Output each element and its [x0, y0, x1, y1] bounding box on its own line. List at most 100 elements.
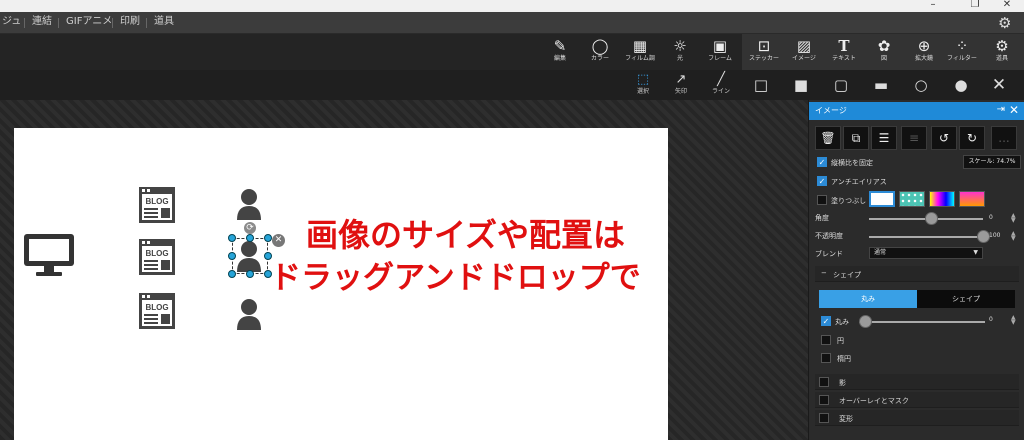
rotate-left-icon[interactable]: ↺ [931, 126, 957, 150]
tool-label: 拡大鏡 [914, 55, 933, 62]
overlay-mask-checkbox[interactable] [819, 395, 829, 405]
tool-frame[interactable]: ▣ フレーム [700, 37, 740, 69]
angle-value[interactable]: 0 [989, 214, 993, 221]
shadow-checkbox[interactable] [819, 377, 829, 387]
tool-filter[interactable]: ⁘ フィルター [942, 37, 982, 69]
opacity-value[interactable]: 100 [989, 232, 1000, 239]
arrow-icon: ↗ [675, 72, 687, 87]
segment-round[interactable]: 丸み [819, 290, 917, 308]
menu-item-tools[interactable]: 道具 [154, 16, 174, 28]
arrow-tool[interactable]: ↗ 矢印 [664, 72, 698, 100]
blog-icon[interactable]: BLOG [138, 292, 176, 330]
selection-box[interactable] [232, 238, 268, 274]
panel-title: イメージ [815, 106, 847, 115]
more-icon[interactable]: ... [991, 126, 1017, 150]
ellipse-checkbox[interactable] [821, 353, 831, 363]
close-window-button[interactable]: ✕ [992, 0, 1022, 12]
tool-magnifier[interactable]: ⊕ 拡大鏡 [904, 37, 944, 69]
opacity-slider-track[interactable] [869, 236, 983, 238]
circle-checkbox[interactable] [821, 335, 831, 345]
minimize-button[interactable]: – [918, 0, 948, 12]
rect-filled-button[interactable]: ■ [792, 76, 810, 94]
opacity-slider-knob[interactable] [976, 230, 990, 243]
overlay-mask-section[interactable]: オーバーレイとマスク [815, 392, 1019, 408]
caption-line-2[interactable]: ドラッグアンドドロップで [270, 252, 641, 297]
tool-film[interactable]: ▦ フィルム調 [620, 37, 660, 69]
blog-label: BLOG [145, 303, 168, 312]
tool-light[interactable]: ☼ 光 [660, 37, 700, 69]
resize-handle[interactable] [264, 234, 272, 242]
deform-section[interactable]: 変形 [815, 410, 1019, 426]
blend-select[interactable]: 通常 ▼ [869, 247, 983, 259]
blog-icon[interactable]: BLOG [138, 238, 176, 276]
round-value[interactable]: 0 [989, 316, 993, 323]
round-spinner-icon[interactable]: ▲ ▼ [1011, 315, 1016, 326]
menu-item-collage[interactable]: ジュ [2, 16, 21, 28]
tool-image[interactable]: ▨ イメージ [784, 37, 824, 69]
tool-color[interactable]: ◯ カラー [580, 37, 620, 69]
select-tool[interactable]: ⬚ 選択 [626, 72, 660, 100]
resize-handle[interactable] [228, 234, 236, 242]
select-icon: ⬚ [636, 72, 650, 87]
collapse-icon: − [821, 269, 827, 277]
window-titlebar: – ❐ ✕ [0, 0, 1024, 12]
layer-down-icon[interactable]: ≡ [901, 126, 927, 150]
tools-icon: ⚙ [995, 37, 1009, 55]
angle-spinner-icon[interactable]: ▲ ▼ [1011, 213, 1016, 224]
shadow-section[interactable]: 影 [815, 374, 1019, 390]
shape-section-title: シェイプ [833, 271, 861, 279]
resize-handle[interactable] [228, 252, 236, 260]
round-slider-knob[interactable] [859, 315, 872, 328]
menu-item-print[interactable]: 印刷 [120, 16, 140, 28]
layer-up-icon[interactable]: ☰ [871, 126, 897, 150]
deform-checkbox[interactable] [819, 413, 829, 423]
rotate-right-icon[interactable]: ↻ [959, 126, 985, 150]
delete-icon[interactable]: 🗑 [815, 126, 841, 150]
keep-ratio-checkbox[interactable]: ✓ [817, 157, 827, 167]
monitor-icon[interactable] [22, 232, 76, 278]
round-checkbox[interactable]: ✓ [821, 316, 831, 326]
rect-outline-button[interactable]: □ [752, 76, 770, 94]
tool-label: 矢印 [674, 88, 687, 95]
tool-tools[interactable]: ⚙ 道具 [982, 37, 1022, 69]
tool-label: 図 [880, 55, 887, 62]
fill-checkbox[interactable] [817, 195, 827, 205]
close-panel-button[interactable]: ✕ [1009, 103, 1019, 117]
resize-handle[interactable] [246, 270, 254, 278]
fill-label: 塗りつぶし [831, 197, 867, 205]
line-tool[interactable]: ╱ ライン [704, 72, 738, 100]
fill-swatch-pattern[interactable] [899, 191, 925, 207]
rounded-rect-outline-button[interactable]: ▢ [832, 76, 850, 94]
fill-swatch-white[interactable] [869, 191, 895, 207]
gear-icon[interactable]: ⚙ [998, 15, 1014, 31]
round-slider-track[interactable] [859, 321, 985, 323]
duplicate-icon[interactable]: ⧉ [843, 126, 869, 150]
caption-line-1[interactable]: 画像のサイズや配置は [306, 210, 625, 256]
pin-icon[interactable]: ⇥ [997, 104, 1005, 115]
tool-sticker[interactable]: ⊡ ステッカー [744, 37, 784, 69]
resize-handle[interactable] [246, 234, 254, 242]
opacity-spinner-icon[interactable]: ▲ ▼ [1011, 231, 1016, 242]
tool-shape[interactable]: ✿ 図 [864, 37, 904, 69]
close-subtoolbar-button[interactable]: ✕ [990, 76, 1008, 94]
menu-item-combine[interactable]: 連結 [32, 16, 52, 28]
fill-swatch-rainbow[interactable] [929, 191, 955, 207]
antialias-checkbox[interactable]: ✓ [817, 176, 827, 186]
person-icon[interactable] [236, 298, 262, 330]
fill-swatch-gradient[interactable] [959, 191, 985, 207]
shape-section-header[interactable]: − シェイプ [815, 266, 1019, 282]
circle-outline-button[interactable]: ○ [912, 76, 930, 94]
delete-handle-icon[interactable]: ✕ [272, 234, 285, 247]
menu-item-gif[interactable]: GIFアニメ [66, 16, 112, 28]
resize-handle[interactable] [228, 270, 236, 278]
rounded-rect-filled-button[interactable]: ▬ [872, 76, 890, 94]
restore-button[interactable]: ❐ [960, 0, 990, 12]
circle-filled-button[interactable]: ● [952, 76, 970, 94]
rotate-handle-icon[interactable]: ⟳ [244, 222, 256, 234]
blog-icon[interactable]: BLOG [138, 186, 176, 224]
segment-shape[interactable]: シェイプ [917, 290, 1015, 308]
tool-text[interactable]: T テキスト [824, 37, 864, 69]
tool-edit[interactable]: ✎ 編集 [540, 37, 580, 69]
angle-slider-knob[interactable] [925, 212, 939, 225]
person-icon[interactable] [236, 188, 262, 220]
